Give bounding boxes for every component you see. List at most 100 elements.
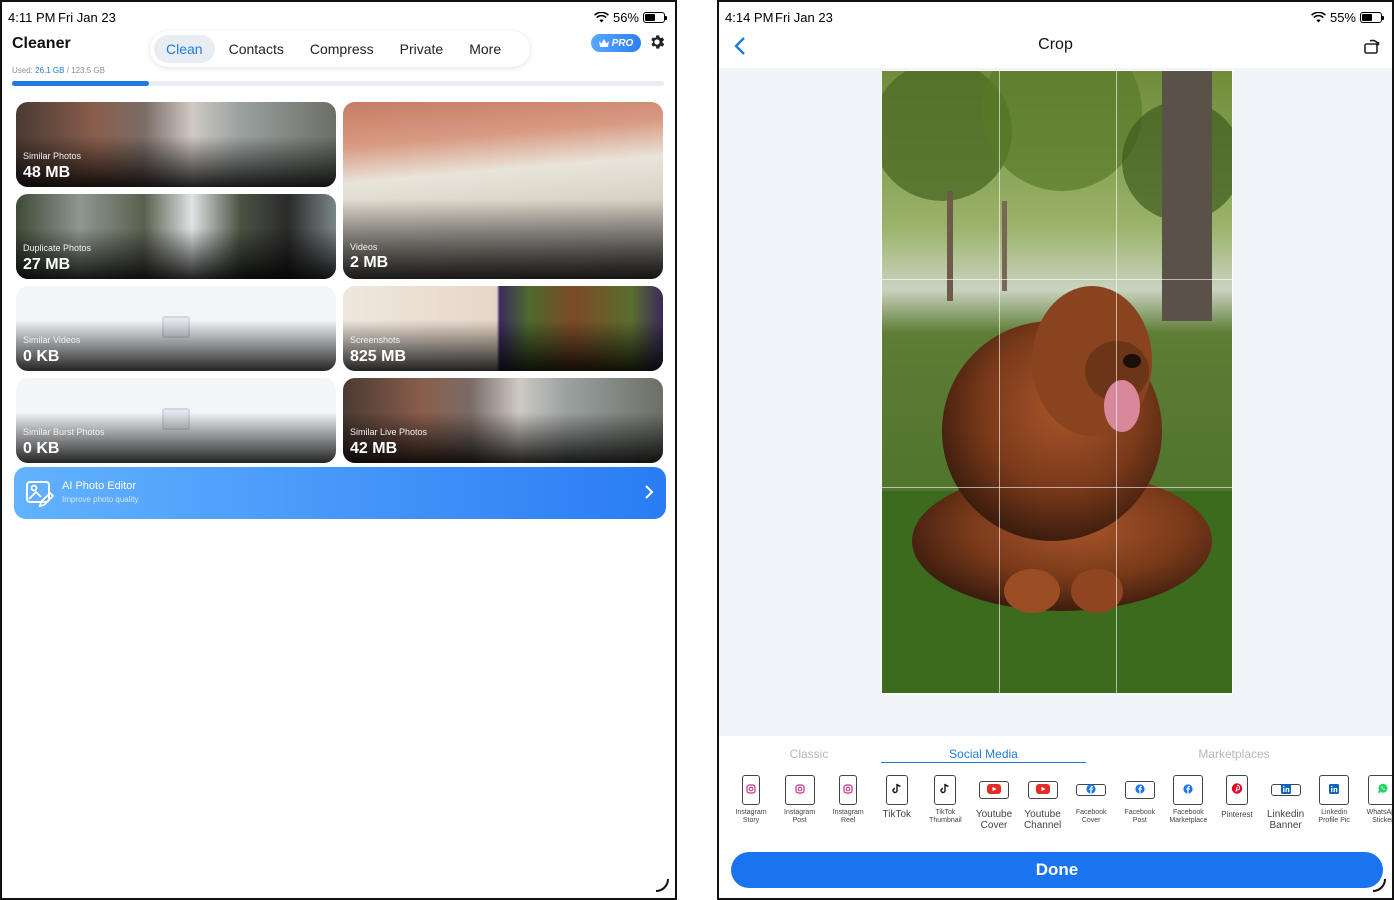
cleaner-screen: 4:11 PM Fri Jan 23 56% Cleaner Clean Con… (0, 0, 677, 900)
resize-corner-icon (655, 878, 669, 892)
tab-more[interactable]: More (457, 35, 513, 63)
status-bar: 4:14 PM Fri Jan 23 55% (725, 10, 1384, 26)
preset-label: TikTok Thumbnail (929, 809, 962, 824)
category-tab-marketplaces[interactable]: Marketplaces (1174, 747, 1294, 761)
resize-corner-icon (1372, 878, 1386, 892)
preset-instagram-post[interactable]: Instagram Post (776, 774, 824, 825)
preset-instagram-reel[interactable]: Instagram Reel (824, 774, 872, 825)
preset-frame (1367, 775, 1392, 805)
status-date: Fri Jan 23 (58, 10, 116, 25)
preset-linkedin-profile-pic[interactable]: Linkedin Profile Pic (1310, 774, 1358, 825)
whatsapp-icon (1377, 781, 1388, 799)
preset-youtube-cover[interactable]: Youtube Cover (970, 774, 1018, 831)
card-label: Similar Live Photos (350, 427, 428, 437)
crop-header: Crop (719, 26, 1392, 68)
card-size: 0 KB (23, 348, 60, 365)
page-title: Crop (1038, 36, 1073, 53)
instagram-icon (746, 781, 756, 799)
linkedin-icon (1280, 781, 1291, 799)
screenshots-card[interactable]: Screenshots 825 MB (343, 286, 663, 371)
preset-facebook-cover[interactable]: Facebook Cover (1067, 774, 1115, 825)
category-tab-classic[interactable]: Classic (759, 747, 859, 761)
preset-tiktok-thumbnail[interactable]: TikTok Thumbnail (921, 774, 969, 825)
preset-facebook-marketplace[interactable]: Facebook Marketplace (1164, 774, 1212, 825)
card-label: Similar Videos (23, 335, 81, 345)
similar-live-photos-card[interactable]: Similar Live Photos 42 MB (343, 378, 663, 463)
status-icons: 55% (1311, 10, 1384, 25)
pro-label: PRO (611, 37, 634, 49)
preset-frame (1270, 781, 1301, 799)
preset-label: Facebook Marketplace (1169, 809, 1208, 824)
preset-youtube-channel[interactable]: Youtube Channel (1019, 774, 1067, 831)
preset-pinterest[interactable]: Pinterest (1213, 774, 1261, 820)
battery-icon (1360, 12, 1384, 23)
crop-image-area[interactable] (881, 70, 1233, 694)
youtube-icon (1035, 781, 1050, 799)
preset-label: Instagram Story (735, 809, 767, 824)
pro-button[interactable]: PRO (591, 34, 641, 52)
card-label: Duplicate Photos (23, 243, 92, 253)
status-icons: 56% (594, 10, 667, 25)
preset-label: WhatsApp Sticker (1366, 809, 1394, 824)
preset-frame (839, 775, 858, 805)
linkedin-icon (1329, 781, 1340, 799)
preset-frame (979, 781, 1009, 799)
instagram-icon (794, 781, 805, 799)
wifi-icon (1311, 12, 1326, 23)
facebook-icon (1135, 781, 1145, 799)
preset-label: Linkedin Banner (1266, 809, 1305, 831)
status-date: Fri Jan 23 (775, 10, 833, 25)
storage-used-prefix: Used: (12, 66, 36, 75)
storage-total-value: 123.5 GB (71, 66, 105, 75)
instagram-icon (843, 781, 853, 799)
similar-photos-card[interactable]: Similar Photos 48 MB (16, 102, 336, 187)
card-size: 42 MB (350, 440, 398, 457)
gear-icon[interactable] (648, 33, 666, 51)
preset-frame (1226, 775, 1248, 805)
tab-contacts[interactable]: Contacts (217, 35, 296, 63)
similar-videos-card[interactable]: Similar Videos 0 KB (16, 286, 336, 371)
battery-percent: 56% (612, 10, 639, 25)
preset-frame (1027, 781, 1058, 799)
preset-frame (742, 775, 760, 805)
preset-frame (1124, 781, 1155, 799)
preset-facebook-post[interactable]: Facebook Post (1116, 774, 1164, 825)
status-time: 4:14 PM (725, 10, 774, 25)
duplicate-photos-card[interactable]: Duplicate Photos 27 MB (16, 194, 336, 279)
preset-instagram-story[interactable]: Instagram Story (727, 774, 775, 825)
preset-frame (1076, 781, 1107, 799)
preset-linkedin-banner[interactable]: Linkedin Banner (1262, 774, 1310, 831)
rotate-icon[interactable] (1364, 37, 1380, 55)
similar-burst-photos-card[interactable]: Similar Burst Photos 0 KB (16, 378, 336, 463)
card-size: 0 KB (23, 440, 60, 457)
battery-percent: 55% (1329, 10, 1356, 25)
videos-card[interactable]: Videos 2 MB (343, 102, 663, 279)
category-tab-indicator (881, 762, 1086, 763)
preset-frame (1319, 775, 1350, 805)
battery-icon (643, 12, 667, 23)
storage-progress-fill (12, 81, 149, 86)
crown-icon (598, 39, 609, 47)
tab-compress[interactable]: Compress (298, 35, 386, 63)
preset-label: TikTok (882, 809, 912, 820)
dog-photo (882, 71, 1232, 693)
tab-clean[interactable]: Clean (154, 35, 215, 63)
card-size: 825 MB (350, 348, 407, 365)
done-button[interactable]: Done (731, 852, 1383, 888)
preset-label: Instagram Reel (832, 809, 864, 824)
tab-private[interactable]: Private (388, 35, 456, 63)
preset-frame (934, 775, 957, 805)
facebook-icon (1183, 781, 1193, 799)
card-label: Videos (350, 242, 378, 252)
preset-whatsapp-sticker[interactable]: WhatsApp Sticker (1359, 774, 1394, 825)
category-tab-social-media[interactable]: Social Media (881, 747, 1086, 761)
facebook-icon (1086, 781, 1096, 799)
card-size: 48 MB (23, 164, 71, 181)
preset-label: Instagram Post (784, 809, 816, 824)
ai-photo-editor-banner[interactable]: AI Photo Editor Improve photo quality (14, 467, 666, 519)
wifi-icon (594, 12, 609, 23)
youtube-icon (987, 781, 1001, 799)
preset-label: Facebook Cover (1075, 809, 1107, 824)
preset-label: Linkedin Profile Pic (1318, 809, 1350, 824)
preset-tiktok[interactable]: TikTok (873, 774, 921, 820)
